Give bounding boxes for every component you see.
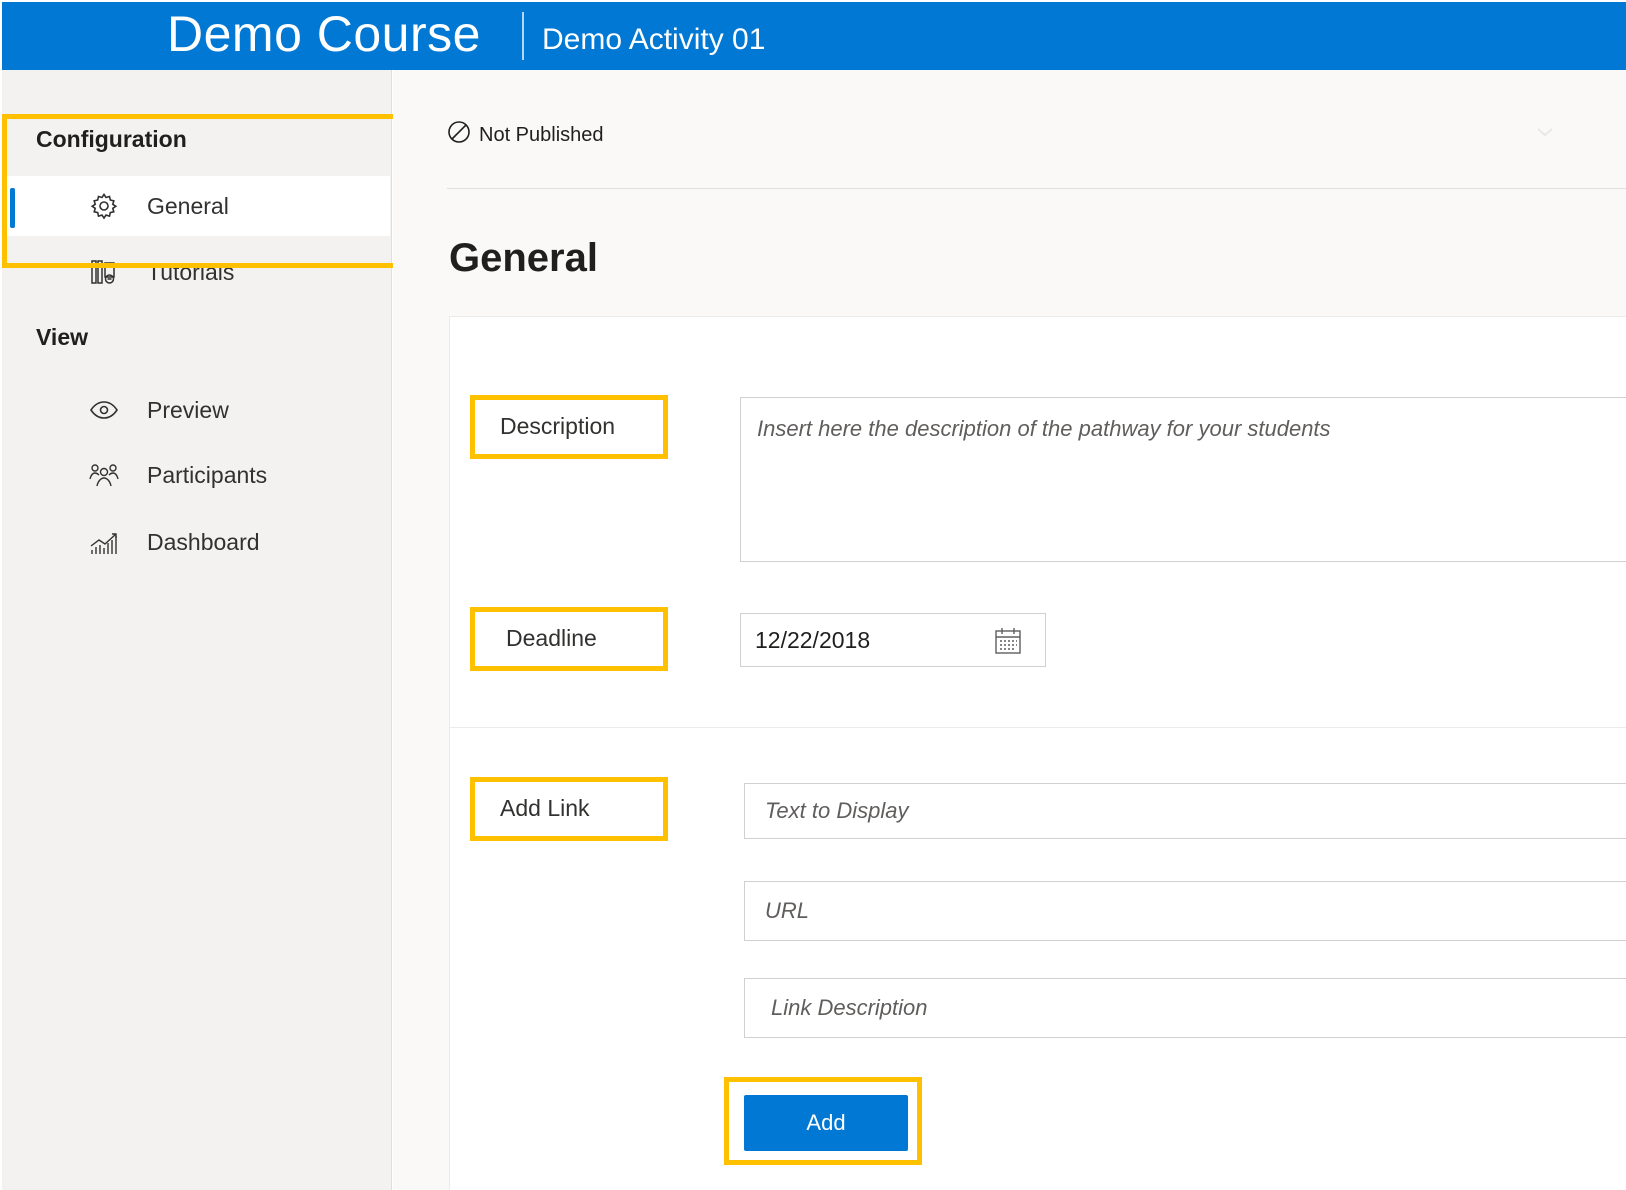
top-bar: Demo Course Demo Activity 01 [2,2,1626,70]
sidebar-item-label: General [147,192,229,219]
not-published-icon [447,120,471,150]
description-textarea[interactable] [740,397,1626,562]
deadline-value: 12/22/2018 [755,627,871,653]
eye-icon [88,394,120,426]
dashboard-chart-icon [88,526,120,558]
sidebar-item-participants[interactable]: Participants [2,445,390,505]
link-description-input[interactable] [744,978,1626,1038]
description-label: Description [500,413,616,439]
sidebar-item-label: Dashboard [147,528,260,555]
add-link-button[interactable]: Add [744,1095,908,1151]
sidebar-item-preview[interactable]: Preview [2,380,390,440]
add-link-label: Add Link [500,795,590,821]
sidebar-item-label: Participants [147,461,268,488]
sidebar-item-label: Tutorials [147,258,235,285]
sidebar: Configuration General Tutorials View Pre… [2,70,398,1190]
course-title[interactable]: Demo Course [167,6,481,62]
sidebar-item-general[interactable]: General [2,176,390,236]
sidebar-group-view: View [36,324,88,350]
status-divider [447,188,1626,189]
gear-icon [88,190,120,222]
general-form-card: Description Deadline 12/22/2018 Add Link [449,316,1626,1190]
main-content: Not Published General Description Deadli… [393,70,1626,1190]
publish-status[interactable]: Not Published [447,120,604,150]
link-text-input[interactable] [744,783,1626,839]
sidebar-item-dashboard[interactable]: Dashboard [2,512,390,572]
active-indicator [10,188,15,228]
page-title: General [449,236,598,280]
form-divider [450,727,1626,728]
header-separator [522,12,524,60]
app-root: Demo Course Demo Activity 01 Configurati… [0,0,1626,1190]
sidebar-group-configuration: Configuration [36,126,187,152]
deadline-label: Deadline [506,625,597,651]
chevron-down-icon[interactable] [1533,120,1557,144]
deadline-date-picker[interactable]: 12/22/2018 [740,613,1046,667]
activity-title[interactable]: Demo Activity 01 [542,22,765,58]
sidebar-item-label: Preview [147,396,229,423]
calendar-icon[interactable] [993,626,1023,656]
sidebar-item-tutorials[interactable]: Tutorials [2,242,390,302]
publish-status-label: Not Published [479,123,604,146]
tutorials-icon [88,256,120,288]
participants-icon [88,459,120,491]
link-url-input[interactable] [744,881,1626,941]
